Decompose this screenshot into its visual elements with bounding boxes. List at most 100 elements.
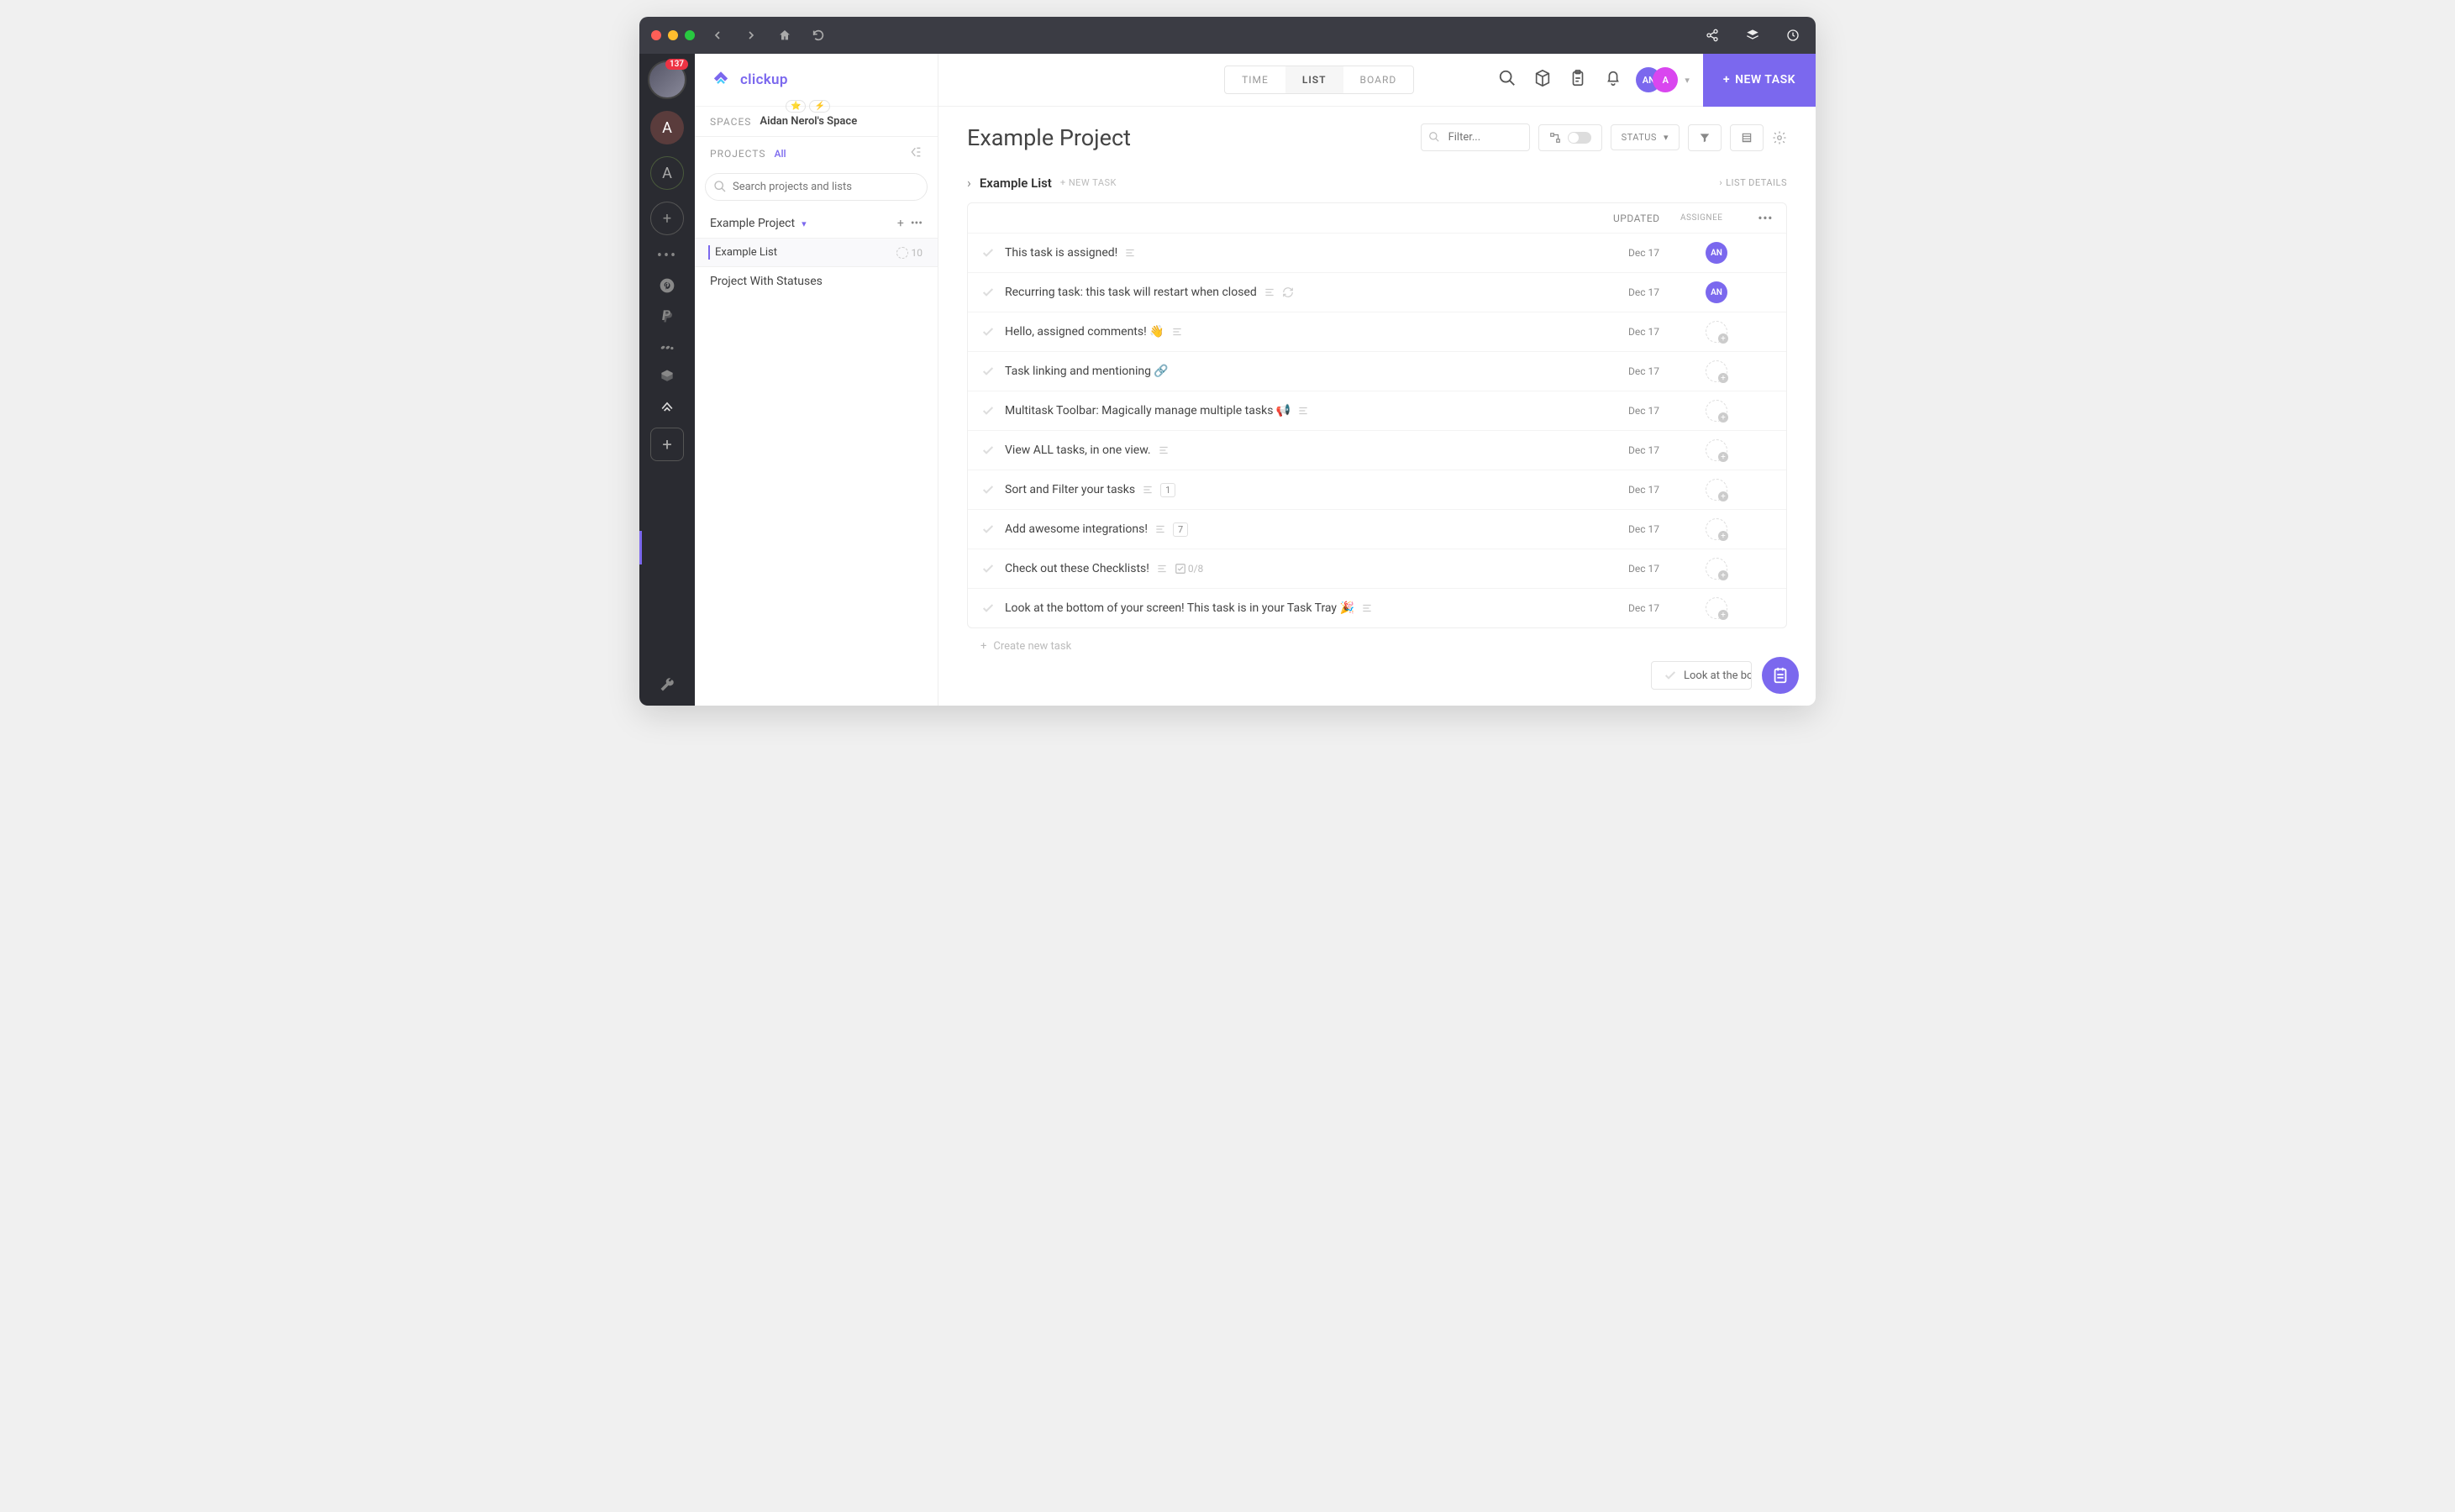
hierarchy-toggle[interactable] [1538,124,1602,151]
notification-badge: 137 [665,59,688,70]
workspace-a1[interactable]: A [650,111,684,144]
back-button[interactable] [707,24,728,46]
task-row[interactable]: View ALL tasks, in one view.Dec 17 [968,430,1786,470]
topbar-icons [1498,69,1622,91]
tab-list[interactable]: LIST [1285,66,1343,93]
assignee-avatar[interactable]: AN [1706,281,1727,303]
collapse-icon[interactable] [909,145,923,161]
list-example[interactable]: Example List 10 [695,238,938,267]
status-dropdown[interactable]: STATUS ▾ [1611,124,1680,150]
user-chips[interactable]: AN A ▾ [1636,67,1690,92]
tab-board[interactable]: BOARD [1343,66,1414,93]
titlebar [639,17,1816,54]
close-window[interactable] [651,30,661,40]
check-icon[interactable] [981,286,995,299]
minimize-window[interactable] [668,30,678,40]
search-input[interactable] [705,173,928,201]
list-details-link[interactable]: › LIST DETAILS [1719,177,1787,188]
new-task-inline[interactable]: + NEW TASK [1060,177,1117,188]
all-link[interactable]: All [775,148,786,160]
description-icon [1156,563,1168,575]
project-statuses[interactable]: Project With Statuses [695,267,938,296]
task-row[interactable]: Hello, assigned comments! 👋Dec 17 [968,312,1786,351]
maximize-window[interactable] [685,30,695,40]
assignee-avatar[interactable]: AN [1706,242,1727,264]
list-label: Example List [715,246,777,259]
check-icon[interactable] [981,404,995,417]
task-table: UPDATED ASSIGNEE ••• This task is assign… [967,202,1787,628]
check-icon[interactable] [981,522,995,536]
task-row[interactable]: Add awesome integrations!7Dec 17 [968,509,1786,549]
chevron-right-icon[interactable]: › [967,175,971,191]
clickup-icon[interactable] [658,397,676,416]
home-button[interactable] [774,24,796,46]
assign-empty-icon[interactable] [1706,518,1727,540]
assign-empty-icon[interactable] [1706,597,1727,619]
task-row[interactable]: Check out these Checklists!0/8Dec 17 [968,549,1786,588]
tray-task-card[interactable]: Look at the bo [1651,661,1752,690]
filter-button[interactable] [1688,124,1722,151]
task-row[interactable]: Recurring task: this task will restart w… [968,272,1786,312]
star-chip[interactable]: ⭐ [786,100,806,113]
cube-icon[interactable] [1533,69,1552,91]
user-avatar[interactable]: 137 [648,60,686,99]
assign-empty-icon[interactable] [1706,558,1727,580]
assign-empty-icon[interactable] [1706,400,1727,422]
chevron-down-icon[interactable]: ▾ [1685,75,1690,86]
reload-button[interactable] [807,24,829,46]
bolt-chip[interactable]: ⚡ [809,100,829,113]
check-icon[interactable] [981,601,995,615]
task-row[interactable]: Multitask Toolbar: Magically manage mult… [968,391,1786,430]
wrench-icon[interactable] [658,675,676,694]
assign-empty-icon[interactable] [1706,360,1727,382]
assign-empty-icon[interactable] [1706,439,1727,461]
pinterest-icon[interactable] [658,276,676,295]
workspace-a2[interactable]: A [650,156,684,190]
check-icon[interactable] [981,246,995,260]
project-example[interactable]: Example Project ▾ + ••• [695,209,938,238]
list-title[interactable]: Example List [980,176,1052,191]
task-name: Add awesome integrations!7 [1005,522,1618,537]
notepad-fab[interactable] [1762,657,1799,694]
task-row[interactable]: Task linking and mentioning 🔗Dec 17 [968,351,1786,391]
clickup-logo-icon [710,69,732,91]
task-row[interactable]: Sort and Filter your tasks1Dec 17 [968,470,1786,509]
share-icon[interactable] [1701,24,1723,46]
bell-icon[interactable] [1604,69,1622,91]
check-icon[interactable] [981,483,995,496]
box-icon[interactable] [658,367,676,386]
check-icon[interactable] [981,444,995,457]
assign-empty-icon[interactable] [1706,479,1727,501]
search-icon[interactable] [1498,69,1517,91]
col-more-icon[interactable]: ••• [1748,210,1773,226]
description-icon [1124,247,1136,259]
check-icon[interactable] [981,365,995,378]
task-updated: Dec 17 [1628,247,1695,259]
clock-icon[interactable] [1782,24,1804,46]
chevron-down-icon[interactable]: ▾ [802,218,807,229]
task-row[interactable]: Look at the bottom of your screen! This … [968,588,1786,627]
columns-button[interactable] [1730,124,1764,151]
add-app[interactable]: + [650,428,684,461]
clipboard-icon[interactable] [1569,69,1587,91]
check-icon[interactable] [981,562,995,575]
new-task-button[interactable]: + NEW TASK [1703,54,1816,107]
add-workspace[interactable]: + [650,202,684,235]
gear-icon[interactable] [1772,130,1787,145]
projects-label: PROJECTS [710,148,766,160]
add-list-icon[interactable]: + [897,217,904,230]
task-row[interactable]: This task is assigned!Dec 17AN [968,233,1786,272]
task-updated: Dec 17 [1628,286,1695,298]
space-name[interactable]: Aidan Nerol's Space [760,115,857,128]
project-more-icon[interactable]: ••• [911,217,923,230]
assign-empty-icon[interactable] [1706,321,1727,343]
tab-time[interactable]: TIME [1225,66,1285,93]
task-updated: Dec 17 [1628,484,1695,496]
paypal-icon[interactable] [658,307,676,325]
layers-icon[interactable] [1742,24,1764,46]
monday-icon[interactable] [658,337,676,355]
check-icon[interactable] [981,325,995,339]
more-workspaces[interactable]: ••• [657,247,677,265]
check-icon [1664,669,1677,682]
forward-button[interactable] [740,24,762,46]
